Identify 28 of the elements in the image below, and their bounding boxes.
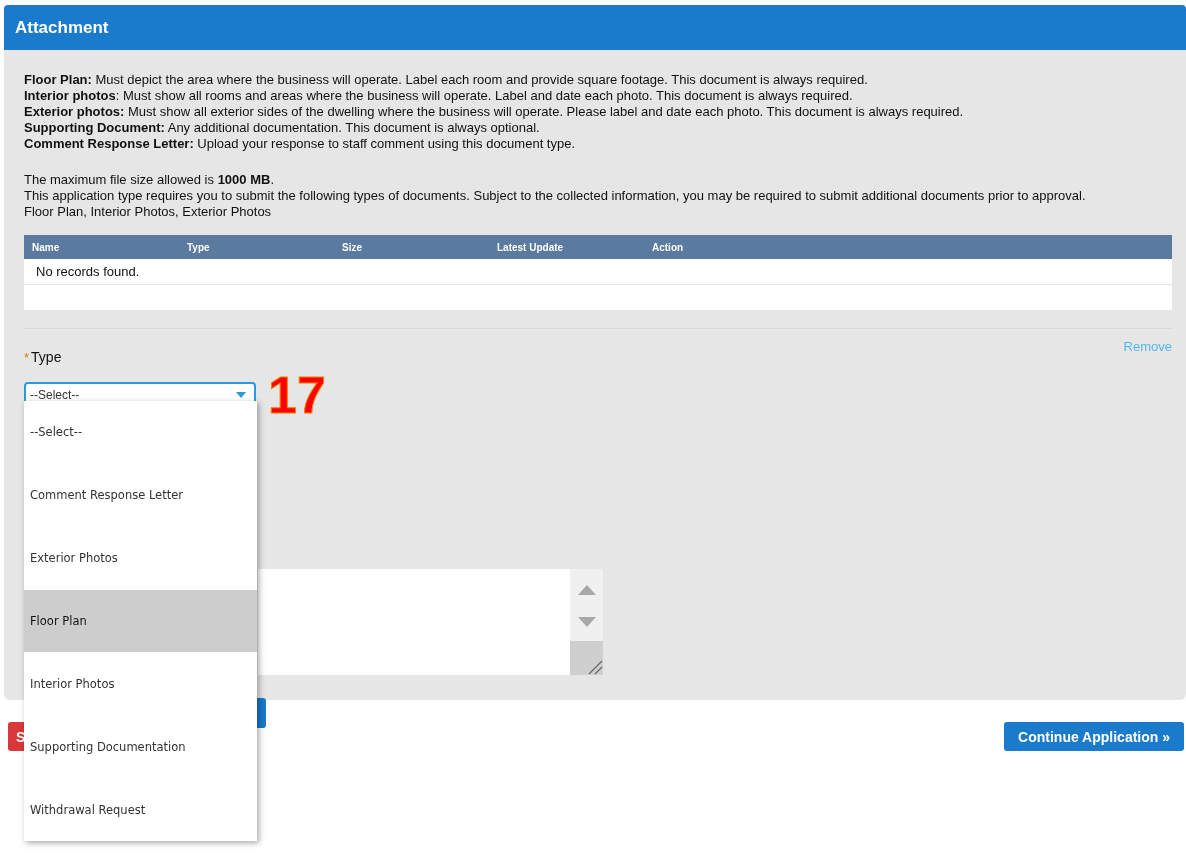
type-label: *Type (24, 349, 62, 365)
column-header: Latest Update (497, 241, 565, 253)
comment-field[interactable] (258, 569, 570, 675)
document-description: Supporting Document: Any additional documentation. This document is always optional. (24, 120, 541, 136)
document-description: Floor Plan: Must depict the area where the business will operate. Label each room and provide square footage. This document is always required. (24, 72, 869, 88)
column-header: Name (32, 241, 61, 253)
scrollbar[interactable] (570, 569, 603, 675)
annotation-number: 17 (268, 369, 326, 421)
document-description: Interior photos: Must show all rooms and areas where the business will operate. Label and date each photo. This document is always required. (24, 88, 854, 104)
requirement-note: This application type requires you to submit the following types of documents. Subject to the collected information, you may be required to submit additional documents prior to approval. (24, 188, 1087, 204)
button-edge[interactable] (257, 698, 266, 728)
dropdown-option[interactable]: Floor Plan (24, 589, 257, 653)
dropdown-option[interactable]: Interior Photos (24, 652, 257, 716)
column-header: Size (342, 241, 363, 253)
caret-icon (236, 392, 246, 398)
panel-title: Attachment (15, 17, 109, 38)
max-size-note: The maximum file size allowed is 1000 MB. (24, 172, 275, 188)
dropdown-option[interactable]: Exterior Photos (24, 526, 257, 590)
empty-message: No records found. (36, 264, 140, 279)
dropdown-option[interactable]: Withdrawal Request (24, 778, 257, 841)
column-header: Action (652, 241, 685, 253)
required-types: Floor Plan, Interior Photos, Exterior Photos (24, 204, 273, 220)
continue-button[interactable]: Continue Application » (1004, 722, 1184, 751)
dropdown-option[interactable]: Comment Response Letter (24, 463, 257, 527)
document-description: Exterior photos: Must show all exterior sides of the dwelling where the business will operate. Please label and date each photo. This document is always required. (24, 104, 965, 120)
resize-grip-icon[interactable] (587, 659, 603, 675)
column-header: Type (187, 241, 211, 253)
document-description: Comment Response Letter: Upload your response to staff comment using this document type. (24, 136, 577, 152)
